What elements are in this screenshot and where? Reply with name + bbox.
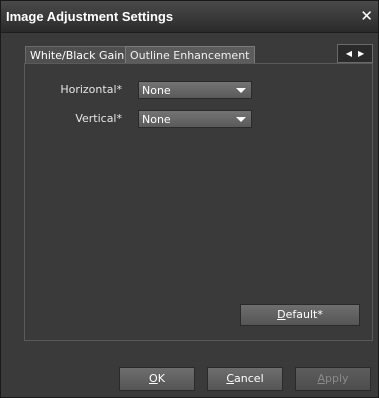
tab-white-black-gain[interactable]: White/Black Gain [25, 46, 133, 64]
tab-scroll-buttons: ◀ ▶ [337, 44, 373, 63]
dialog-window: Image Adjustment Settings ✕ White/Black … [0, 0, 379, 398]
title-bar[interactable]: Image Adjustment Settings ✕ [1, 1, 378, 33]
cancel-label-rest: ancel [234, 372, 264, 385]
vertical-row: Vertical* None [25, 110, 372, 128]
chevron-down-icon [236, 117, 246, 122]
window-title: Image Adjustment Settings [6, 9, 174, 24]
horizontal-value: None [142, 84, 171, 97]
default-mnemonic: D [277, 308, 286, 321]
horizontal-select[interactable]: None [138, 81, 252, 99]
scroll-right-icon[interactable]: ▶ [358, 49, 364, 58]
default-label-rest: efault* [285, 308, 323, 321]
chevron-down-icon [236, 88, 246, 93]
close-icon[interactable]: ✕ [360, 7, 373, 25]
scroll-left-icon[interactable]: ◀ [346, 49, 352, 58]
vertical-label: Vertical* [75, 112, 122, 125]
apply-mnemonic: A [317, 372, 325, 385]
apply-label-rest: pply [325, 372, 349, 385]
vertical-select[interactable]: None [138, 110, 252, 128]
vertical-value: None [142, 113, 171, 126]
cancel-mnemonic: C [226, 372, 235, 385]
horizontal-label: Horizontal* [60, 83, 122, 96]
ok-button[interactable]: OK [119, 367, 195, 391]
tab-outline-enhancement[interactable]: Outline Enhancement [125, 46, 255, 64]
ok-mnemonic: O [149, 372, 158, 385]
tab-panel: Horizontal* None Vertical* None Default* [24, 63, 373, 341]
apply-button[interactable]: Apply [295, 367, 371, 391]
cancel-button[interactable]: Cancel [207, 367, 283, 391]
horizontal-row: Horizontal* None [25, 81, 372, 99]
ok-label-rest: K [157, 372, 165, 385]
default-button[interactable]: Default* [240, 304, 360, 326]
